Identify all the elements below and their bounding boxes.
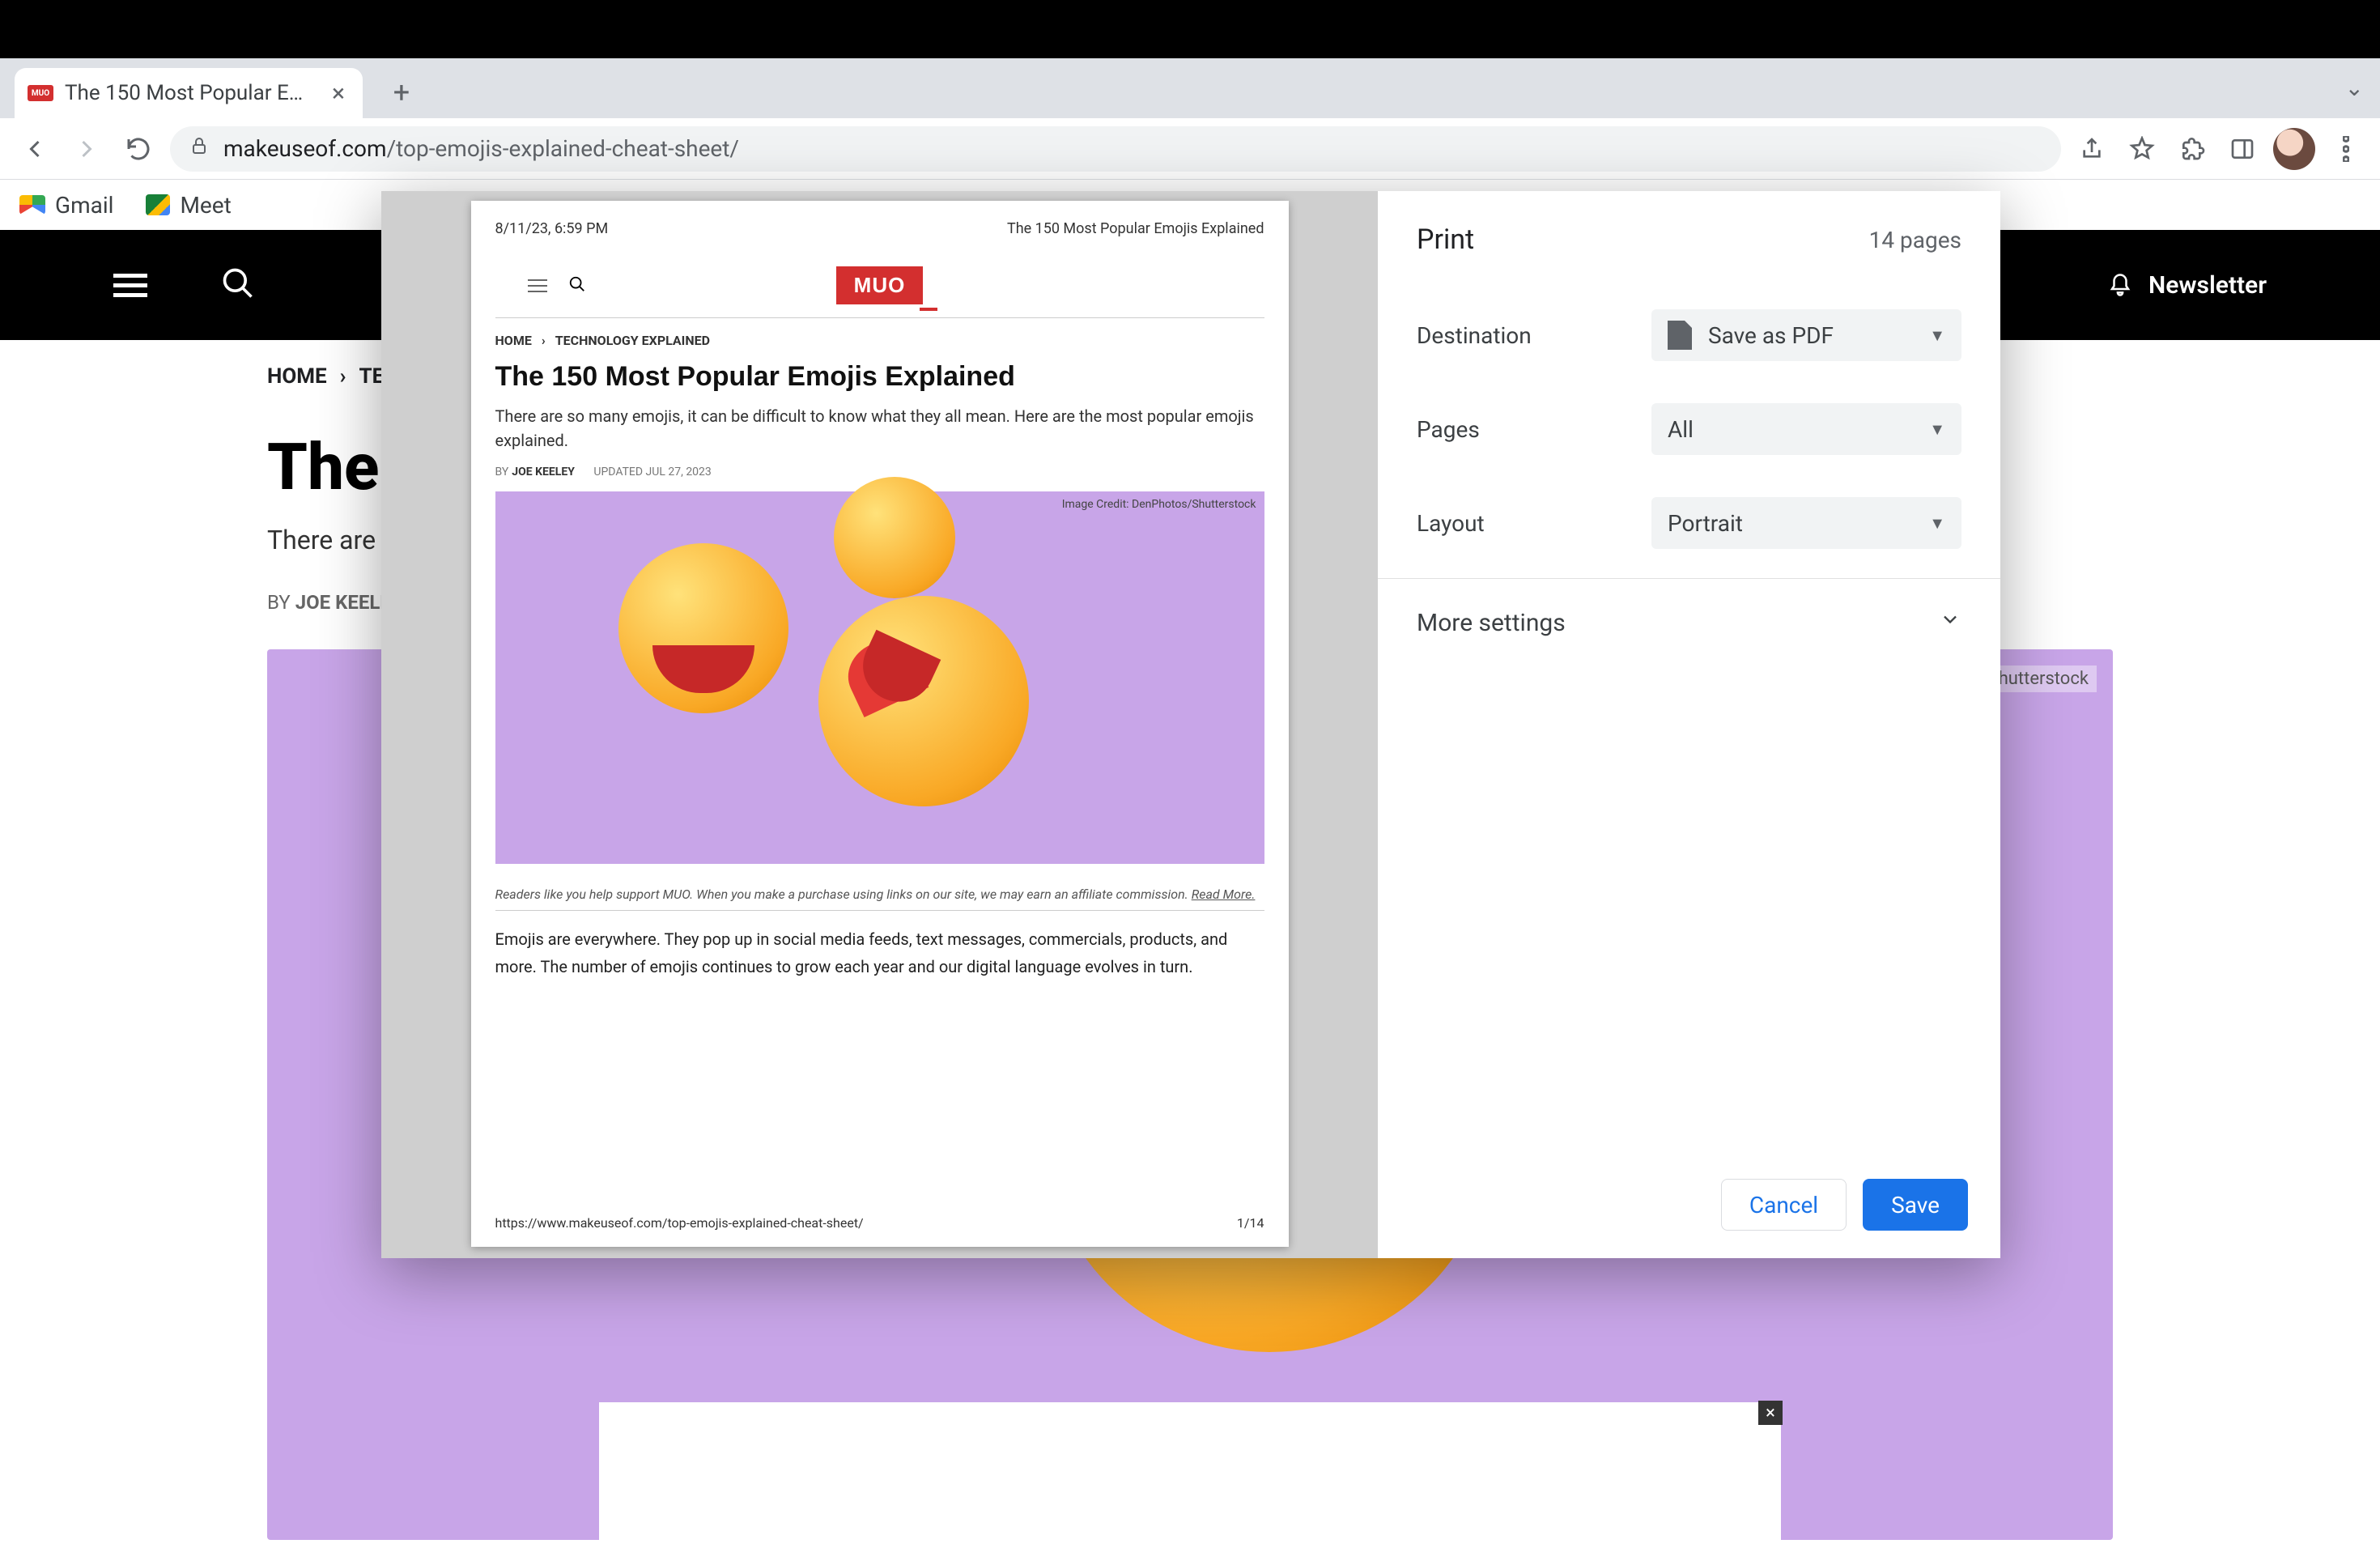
- preview-crumb-cat: TECHNOLOGY EXPLAINED: [555, 333, 710, 348]
- print-preview-pane[interactable]: 8/11/23, 6:59 PM The 150 Most Popular Em…: [381, 191, 1378, 1258]
- macos-menubar-area: [0, 0, 2380, 58]
- bookmark-label: Gmail: [55, 192, 113, 219]
- print-settings-pane: Print 14 pages Destination Save as PDF ▼…: [1378, 191, 2000, 1258]
- page-count: 14 pages: [1869, 227, 1961, 253]
- pdf-icon: [1668, 321, 1692, 350]
- gmail-icon: [19, 195, 45, 215]
- share-icon[interactable]: [2072, 130, 2111, 168]
- preview-crumb-sep: ›: [542, 333, 546, 348]
- chrome-tab-strip: MUO The 150 Most Popular Emojis E × + ⌄: [0, 58, 2380, 118]
- reload-button[interactable]: [118, 129, 159, 169]
- preview-hamburger-icon: [528, 275, 547, 296]
- preview-logo: MUO: [836, 266, 924, 304]
- bookmark-label: Meet: [180, 192, 231, 219]
- tab-title: The 150 Most Popular Emojis E: [65, 81, 316, 105]
- address-bar[interactable]: makeuseof.com/top-emojis-explained-cheat…: [170, 126, 2061, 172]
- new-tab-button[interactable]: +: [379, 70, 424, 115]
- bell-icon: [2108, 271, 2132, 299]
- bookmark-gmail[interactable]: Gmail: [19, 192, 113, 219]
- preview-timestamp: 8/11/23, 6:59 PM: [495, 220, 609, 237]
- crumb-category[interactable]: TE: [359, 364, 385, 389]
- tab-overflow-icon[interactable]: ⌄: [2345, 74, 2364, 101]
- url-host: makeuseof.com/top-emojis-explained-cheat…: [223, 135, 739, 162]
- close-ad-icon[interactable]: ×: [1758, 1401, 1783, 1425]
- preview-search-icon: [568, 275, 586, 296]
- crumb-home[interactable]: HOME: [267, 364, 327, 389]
- hamburger-icon[interactable]: [113, 268, 147, 303]
- preview-crumb-home: HOME: [495, 333, 532, 348]
- browser-toolbar: makeuseof.com/top-emojis-explained-cheat…: [0, 118, 2380, 180]
- destination-select[interactable]: Save as PDF ▼: [1651, 309, 1961, 361]
- layout-value: Portrait: [1668, 510, 1743, 537]
- bookmark-meet[interactable]: Meet: [146, 192, 231, 219]
- destination-value: Save as PDF: [1708, 322, 1834, 349]
- meet-icon: [146, 194, 170, 215]
- pages-value: All: [1668, 416, 1694, 443]
- destination-label: Destination: [1417, 322, 1651, 349]
- close-tab-icon[interactable]: ×: [327, 82, 350, 104]
- extensions-icon[interactable]: [2173, 130, 2212, 168]
- forward-button[interactable]: [66, 129, 107, 169]
- preview-footer-url: https://www.makeuseof.com/top-emojis-exp…: [495, 1215, 864, 1231]
- back-button[interactable]: [15, 129, 55, 169]
- chevron-down-icon: ▼: [1929, 325, 1945, 346]
- chevron-down-icon: ▼: [1929, 513, 1945, 534]
- preview-page: 8/11/23, 6:59 PM The 150 Most Popular Em…: [471, 201, 1289, 1247]
- preview-body: Emojis are everywhere. They pop up in so…: [495, 911, 1264, 980]
- preview-hero: Image Credit: DenPhotos/Shutterstock: [495, 491, 1264, 864]
- pages-label: Pages: [1417, 416, 1651, 443]
- layout-select[interactable]: Portrait ▼: [1651, 497, 1961, 549]
- layout-label: Layout: [1417, 510, 1651, 537]
- preview-footer-pagenum: 1/14: [1237, 1215, 1264, 1231]
- chrome-menu-icon[interactable]: [2327, 130, 2365, 168]
- newsletter-label: Newsletter: [2148, 271, 2267, 300]
- chevron-down-icon: ▼: [1929, 419, 1945, 440]
- browser-tab[interactable]: MUO The 150 Most Popular Emojis E ×: [15, 68, 363, 118]
- lock-icon: [189, 134, 209, 163]
- more-settings-label: More settings: [1417, 609, 1566, 637]
- ad-placeholder: ×: [599, 1402, 1781, 1548]
- cancel-button[interactable]: Cancel: [1721, 1179, 1847, 1231]
- preview-affiliate-note: Readers like you help support MUO. When …: [495, 864, 1264, 911]
- preview-subtitle: There are so many emojis, it can be diff…: [495, 404, 1264, 453]
- side-panel-icon[interactable]: [2223, 130, 2262, 168]
- preview-doc-title: The 150 Most Popular Emojis Explained: [1007, 220, 1264, 237]
- search-icon[interactable]: [220, 266, 256, 304]
- preview-meta: BYJOE KEELEY UPDATED JUL 27, 2023: [495, 466, 1264, 478]
- print-heading: Print: [1417, 223, 1474, 256]
- preview-title: The 150 Most Popular Emojis Explained: [495, 361, 1264, 393]
- emoji-laughing: [618, 543, 788, 713]
- crumb-sep: ›: [340, 364, 346, 389]
- profile-avatar[interactable]: [2273, 128, 2315, 170]
- save-button[interactable]: Save: [1863, 1179, 1968, 1231]
- newsletter-button[interactable]: Newsletter: [2108, 271, 2267, 300]
- bookmark-star-icon[interactable]: [2123, 130, 2161, 168]
- pages-select[interactable]: All ▼: [1651, 403, 1961, 455]
- emoji-shocked: [834, 477, 955, 598]
- emoji-heart-eyes: [818, 596, 1029, 806]
- more-settings-toggle[interactable]: More settings: [1378, 579, 2000, 666]
- tab-favicon: MUO: [28, 85, 53, 101]
- print-dialog: 8/11/23, 6:59 PM The 150 Most Popular Em…: [381, 191, 2000, 1258]
- preview-hero-credit: Image Credit: DenPhotos/Shutterstock: [1062, 498, 1256, 511]
- chevron-down-icon: [1939, 608, 1961, 637]
